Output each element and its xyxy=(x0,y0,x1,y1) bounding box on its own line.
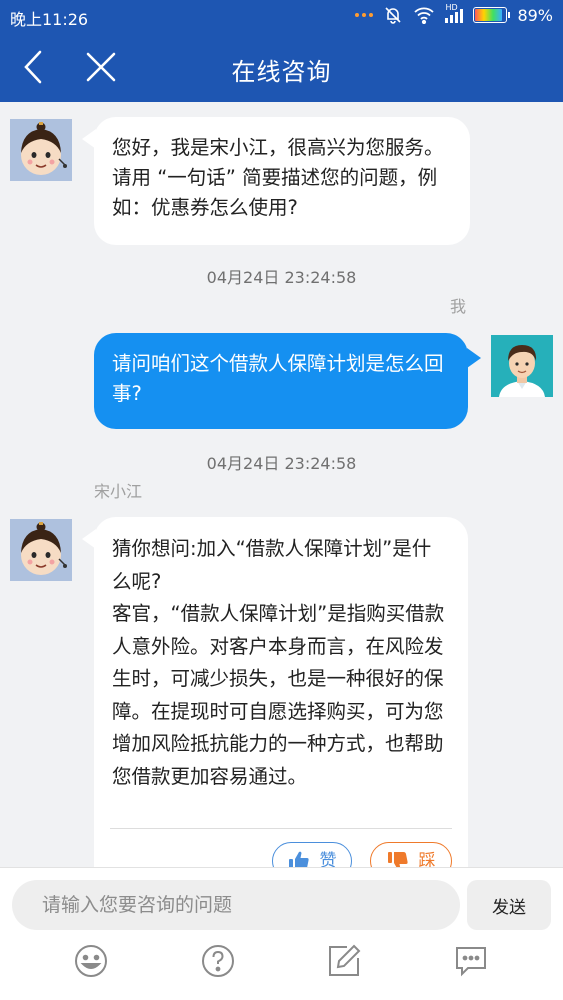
message-timestamp: 04月24日 23:24:58 xyxy=(206,454,357,473)
thumbs-up-icon xyxy=(288,851,309,867)
message-text: 请问咱们这个借款人保障计划是怎么回事? xyxy=(112,352,444,405)
like-button[interactable]: 赞 xyxy=(272,842,352,867)
input-bar: 发送 xyxy=(0,867,563,1000)
notification-dots-icon xyxy=(355,13,374,17)
network-label: HD xyxy=(445,3,458,12)
signal-icon: HD xyxy=(445,3,464,23)
user-message-bubble: 请问咱们这个借款人保障计划是怎么回事? xyxy=(94,333,468,429)
battery-icon xyxy=(473,7,511,23)
comment-icon[interactable] xyxy=(454,944,488,978)
dislike-button[interactable]: 踩 xyxy=(370,842,452,867)
agent-avatar xyxy=(10,119,72,181)
sender-name: 宋小江 xyxy=(94,482,143,501)
bubble-tail xyxy=(467,348,481,368)
thumbs-down-icon xyxy=(387,852,408,867)
emoji-icon[interactable] xyxy=(74,944,108,978)
send-button[interactable]: 发送 xyxy=(467,880,551,930)
question-icon[interactable] xyxy=(201,944,235,978)
mute-bell-icon xyxy=(385,7,402,24)
user-avatar xyxy=(491,335,553,397)
feedback-divider xyxy=(110,828,452,829)
sender-name: 我 xyxy=(450,297,467,316)
question-input[interactable] xyxy=(12,880,460,930)
message-text: 您好，我是宋小江，很高兴为您服务。请用 “一句话” 简要描述您的问题，例如：优惠… xyxy=(112,136,444,219)
status-icons: HD 89% xyxy=(355,3,553,25)
status-time: 晚上11:26 xyxy=(10,10,89,29)
nav-bar: 在线咨询 xyxy=(0,32,563,102)
dislike-label: 踩 xyxy=(418,850,436,867)
battery-percent: 89% xyxy=(517,5,553,25)
wifi-icon xyxy=(414,7,435,24)
agent-message-bubble: 您好，我是宋小江，很高兴为您服务。请用 “一句话” 简要描述您的问题，例如：优惠… xyxy=(94,117,470,245)
status-bar: 晚上11:26 HD 89% xyxy=(0,0,563,32)
like-label: 赞 xyxy=(319,850,337,867)
message-timestamp: 04月24日 23:24:58 xyxy=(206,268,357,287)
agent-avatar xyxy=(10,519,72,581)
edit-icon[interactable] xyxy=(327,944,361,978)
page-title: 在线咨询 xyxy=(231,58,332,86)
message-text: 猜你想问:加入“借款人保障计划”是什么呢? xyxy=(112,537,432,593)
agent-message-bubble: 猜你想问:加入“借款人保障计划”是什么呢? 客官，“借款人保障计划”是指购买借款… xyxy=(94,517,468,867)
message-text: 客官，“借款人保障计划”是指购买借款人意外险。对客户本身而言，在风险发生时，可减… xyxy=(112,602,445,788)
chat-messages[interactable]: 您好，我是宋小江，很高兴为您服务。请用 “一句话” 简要描述您的问题，例如：优惠… xyxy=(0,102,563,867)
